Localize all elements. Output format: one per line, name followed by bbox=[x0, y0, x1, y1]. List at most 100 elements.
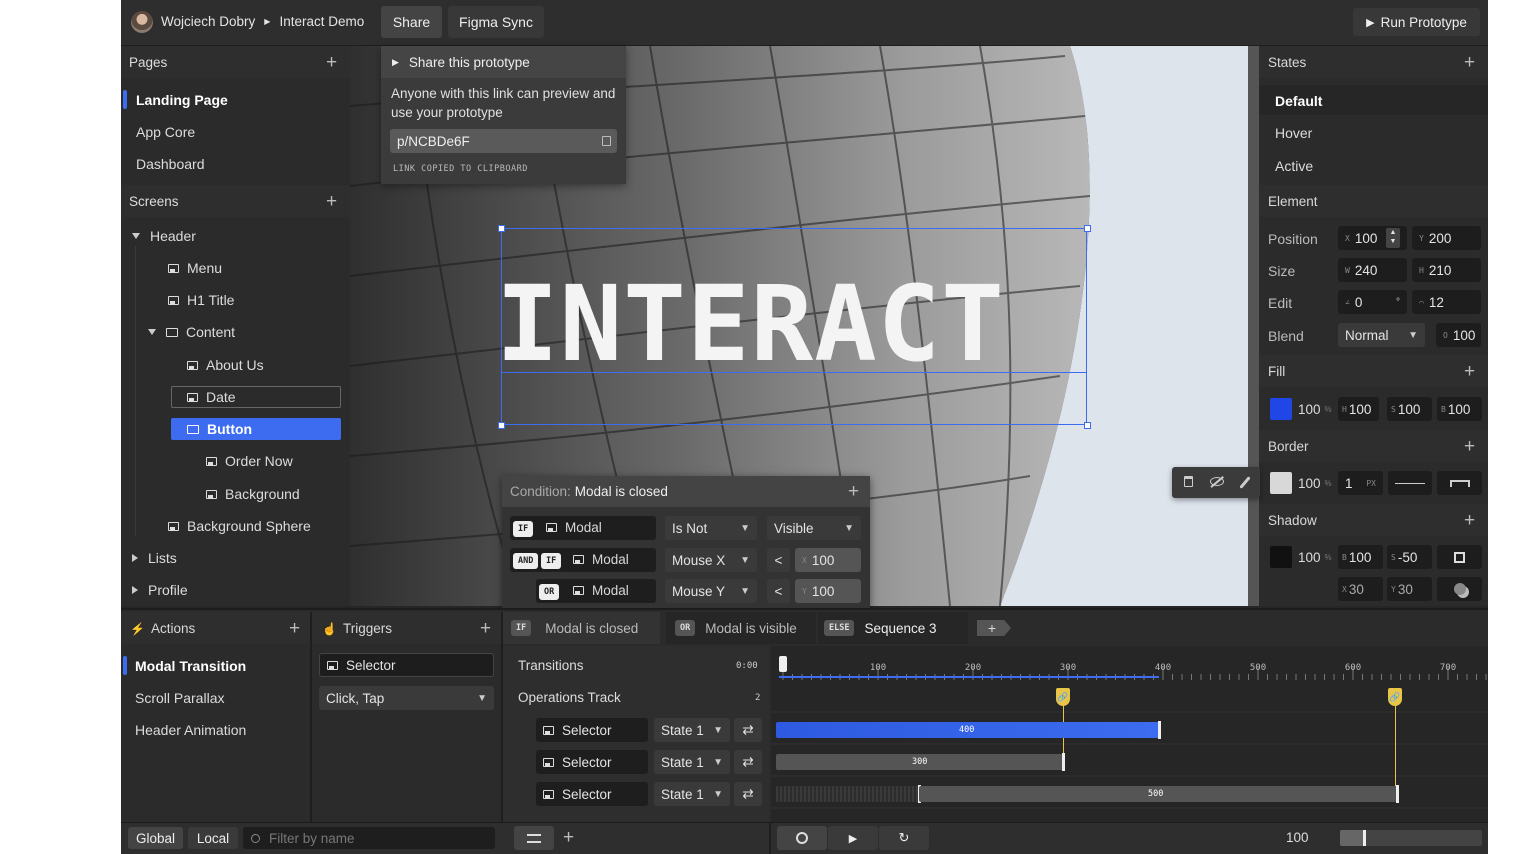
size-h-field[interactable]: H 210 bbox=[1412, 258, 1481, 282]
tree-item-button[interactable]: Button bbox=[187, 421, 252, 437]
track-1-end-handle[interactable] bbox=[1158, 721, 1161, 739]
track-3-swap[interactable]: ⇄ bbox=[734, 782, 762, 806]
share-button[interactable]: Share bbox=[381, 6, 442, 38]
expand-icon[interactable] bbox=[132, 233, 140, 239]
add-track-icon[interactable]: + bbox=[563, 828, 574, 847]
sequence-tab-2[interactable]: OR Modal is visible bbox=[666, 612, 816, 644]
tree-item-content[interactable]: Content bbox=[148, 324, 235, 340]
play-button[interactable]: ▶ bbox=[828, 826, 878, 850]
track-1-state[interactable]: State 1 ▼ bbox=[654, 718, 730, 742]
state-hover-label[interactable]: Hover bbox=[1275, 125, 1312, 141]
tree-item-h1-title[interactable]: H1 Title bbox=[168, 292, 234, 308]
tree-item-date[interactable]: Date bbox=[187, 389, 236, 405]
track-3-element[interactable]: Selector bbox=[536, 782, 648, 806]
border-alpha[interactable]: 100% bbox=[1298, 476, 1332, 491]
sequence-tab-3[interactable]: ELSE Sequence 3 bbox=[818, 612, 968, 644]
add-page-icon[interactable]: + bbox=[326, 53, 337, 72]
track-1-swap[interactable]: ⇄ bbox=[734, 718, 762, 742]
trash-icon[interactable] bbox=[1184, 476, 1193, 487]
sequence-tab-1[interactable]: IF Modal is closed bbox=[503, 612, 660, 644]
action-item-modal-transition[interactable]: Modal Transition bbox=[135, 658, 246, 674]
collapse-icon[interactable] bbox=[132, 554, 138, 562]
add-action-icon[interactable]: + bbox=[289, 619, 300, 638]
page-item-app-core[interactable]: App Core bbox=[136, 124, 195, 140]
loop-button[interactable] bbox=[777, 826, 827, 850]
fill-h-field[interactable]: H 100 bbox=[1338, 397, 1379, 421]
border-style-select[interactable] bbox=[1388, 471, 1432, 495]
fill-alpha[interactable]: 100% bbox=[1298, 402, 1332, 417]
trigger-selector-field[interactable]: Selector bbox=[319, 653, 494, 677]
condition-element-2[interactable]: Modal bbox=[573, 552, 629, 567]
link-marker-1[interactable]: 🔗 bbox=[1056, 688, 1070, 706]
fill-s-field[interactable]: S 100 bbox=[1387, 397, 1432, 421]
copy-icon[interactable] bbox=[602, 136, 611, 146]
fill-color-swatch[interactable] bbox=[1270, 398, 1292, 420]
stepper-icon[interactable]: ▲ ▼ bbox=[1386, 228, 1400, 248]
page-item-dashboard[interactable]: Dashboard bbox=[136, 156, 205, 172]
track-2-swap[interactable]: ⇄ bbox=[734, 750, 762, 774]
selection-handle-br[interactable] bbox=[1084, 422, 1091, 429]
link-marker-2[interactable]: 🔗 bbox=[1388, 688, 1402, 706]
canvas-headline[interactable]: INTERACT bbox=[496, 272, 1096, 376]
add-state-icon[interactable]: + bbox=[1464, 53, 1475, 72]
track-2-end-handle[interactable] bbox=[1062, 753, 1065, 771]
state-default-label[interactable]: Default bbox=[1275, 93, 1322, 109]
border-width-field[interactable]: 1 PX bbox=[1338, 471, 1383, 495]
position-y-field[interactable]: Y 200 bbox=[1412, 226, 1481, 250]
project-name[interactable]: Interact Demo bbox=[279, 14, 364, 29]
avatar[interactable] bbox=[131, 11, 153, 33]
action-item-header-animation[interactable]: Header Animation bbox=[135, 722, 246, 738]
border-color-swatch[interactable] bbox=[1270, 472, 1292, 494]
position-x-field[interactable]: X 100 ▲ ▼ bbox=[1338, 226, 1407, 250]
tree-item-header[interactable]: Header bbox=[132, 228, 196, 244]
track-2-element[interactable]: Selector bbox=[536, 750, 648, 774]
shadow-blur-field[interactable]: B 100 bbox=[1338, 545, 1383, 569]
condition-element-1[interactable]: Modal bbox=[546, 520, 602, 535]
tree-item-order-now[interactable]: Order Now bbox=[206, 453, 293, 469]
condition-property-2[interactable]: Mouse X ▼ bbox=[665, 548, 757, 572]
opacity-field[interactable]: O 100 bbox=[1436, 323, 1481, 347]
tree-item-background-sphere[interactable]: Background Sphere bbox=[168, 518, 311, 534]
collapse-icon[interactable] bbox=[132, 586, 138, 594]
track-2-state[interactable]: State 1 ▼ bbox=[654, 750, 730, 774]
add-border-icon[interactable]: + bbox=[1464, 437, 1475, 456]
condition-property-3[interactable]: Mouse Y ▼ bbox=[665, 579, 757, 603]
tree-item-menu[interactable]: Menu bbox=[168, 260, 222, 276]
action-item-scroll-parallax[interactable]: Scroll Parallax bbox=[135, 690, 224, 706]
size-w-field[interactable]: W 240 bbox=[1338, 258, 1407, 282]
global-button[interactable]: Global bbox=[128, 827, 183, 849]
add-sequence-button[interactable]: + bbox=[977, 620, 1011, 636]
tree-item-about-us[interactable]: About Us bbox=[187, 357, 264, 373]
timeline-options-button[interactable] bbox=[514, 826, 554, 850]
condition-number-2[interactable]: X 100 bbox=[795, 548, 861, 572]
timeline-graph[interactable]: 100 200 300 400 500 600 700 🔗 🔗 400 300 500 bbox=[771, 646, 1488, 822]
track-3-state[interactable]: State 1 ▼ bbox=[654, 782, 730, 806]
add-screen-icon[interactable]: + bbox=[326, 192, 337, 211]
local-button[interactable]: Local bbox=[188, 827, 238, 849]
tree-item-background[interactable]: Background bbox=[206, 486, 300, 502]
canvas-scrollbar[interactable] bbox=[1248, 46, 1259, 606]
playhead[interactable] bbox=[779, 656, 787, 672]
condition-operator-3[interactable]: < bbox=[767, 579, 790, 603]
track-3-end-handle[interactable] bbox=[1396, 785, 1399, 803]
condition-property-1[interactable]: Is Not ▼ bbox=[665, 516, 757, 540]
shadow-blend-toggle[interactable] bbox=[1437, 577, 1482, 601]
condition-element-3[interactable]: Modal bbox=[573, 583, 629, 598]
add-condition-icon[interactable]: + bbox=[848, 482, 859, 501]
shadow-spread-field[interactable]: S -50 bbox=[1387, 545, 1432, 569]
trigger-event-select[interactable]: Click, Tap ▼ bbox=[319, 686, 494, 710]
selection-handle-tl[interactable] bbox=[498, 225, 505, 232]
zoom-slider-thumb[interactable] bbox=[1363, 830, 1366, 846]
shadow-x-field[interactable]: X 30 bbox=[1338, 577, 1383, 601]
user-name[interactable]: Wojciech Dobry bbox=[161, 14, 255, 29]
repeat-button[interactable]: ↻ bbox=[879, 826, 929, 850]
condition-number-3[interactable]: Y 100 bbox=[795, 579, 861, 603]
tree-item-profile[interactable]: Profile bbox=[132, 582, 188, 598]
shadow-color-swatch[interactable] bbox=[1270, 546, 1292, 568]
fill-b-field[interactable]: B 100 bbox=[1437, 397, 1482, 421]
shadow-y-field[interactable]: Y 30 bbox=[1387, 577, 1432, 601]
shadow-alpha[interactable]: 100% bbox=[1298, 550, 1332, 565]
figma-sync-button[interactable]: Figma Sync bbox=[448, 6, 544, 38]
add-trigger-icon[interactable]: + bbox=[480, 619, 491, 638]
rotation-field[interactable]: ∠ 0 ° bbox=[1338, 290, 1407, 314]
